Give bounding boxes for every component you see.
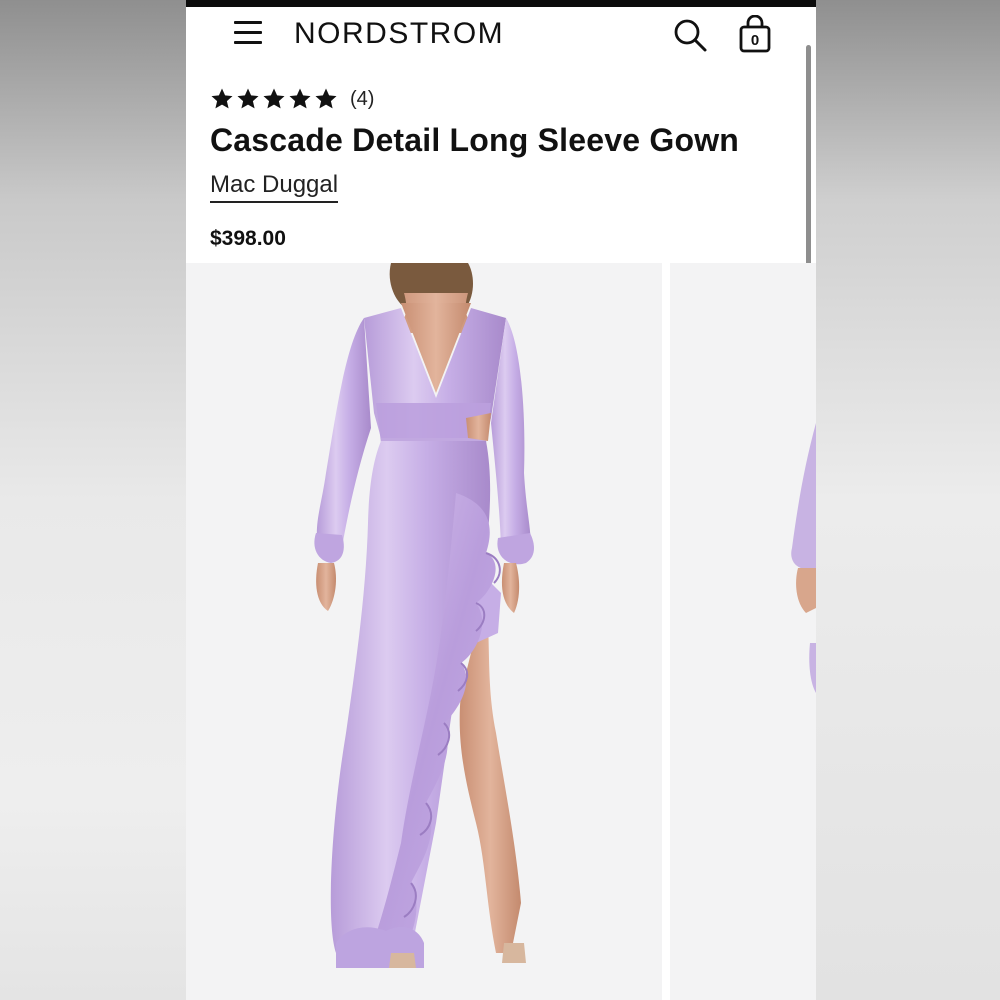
gown-illustration [314, 263, 534, 968]
brand-link[interactable]: Mac Duggal [210, 171, 339, 203]
star-icon [211, 88, 233, 109]
background-photo-right [816, 0, 1000, 1000]
star-rating [210, 87, 340, 111]
status-strip [186, 0, 816, 7]
search-icon[interactable] [672, 17, 708, 53]
star-icon [237, 88, 259, 109]
star-icon [315, 88, 337, 109]
product-image-next[interactable] [670, 263, 816, 1000]
star-icon [263, 88, 285, 109]
star-icon [289, 88, 311, 109]
bag-count: 0 [750, 32, 760, 49]
product-image-main[interactable] [186, 263, 662, 1000]
product-rating[interactable]: (4) [210, 86, 374, 112]
site-header: NORDSTROM 0 [186, 7, 816, 65]
product-price: $398.00 [210, 227, 286, 250]
phone-screen: NORDSTROM 0 (4) Cascade Detail Long Slee… [186, 0, 816, 1000]
hamburger-icon[interactable] [234, 21, 262, 45]
shopping-bag-icon[interactable]: 0 [738, 14, 772, 53]
product-title: Cascade Detail Long Sleeve Gown [210, 122, 740, 158]
review-count[interactable]: (4) [350, 88, 374, 111]
background-left [0, 0, 186, 1000]
gown-illustration-partial [791, 423, 816, 693]
brand-logo[interactable]: NORDSTROM [294, 17, 504, 51]
background-right [816, 0, 1000, 1000]
